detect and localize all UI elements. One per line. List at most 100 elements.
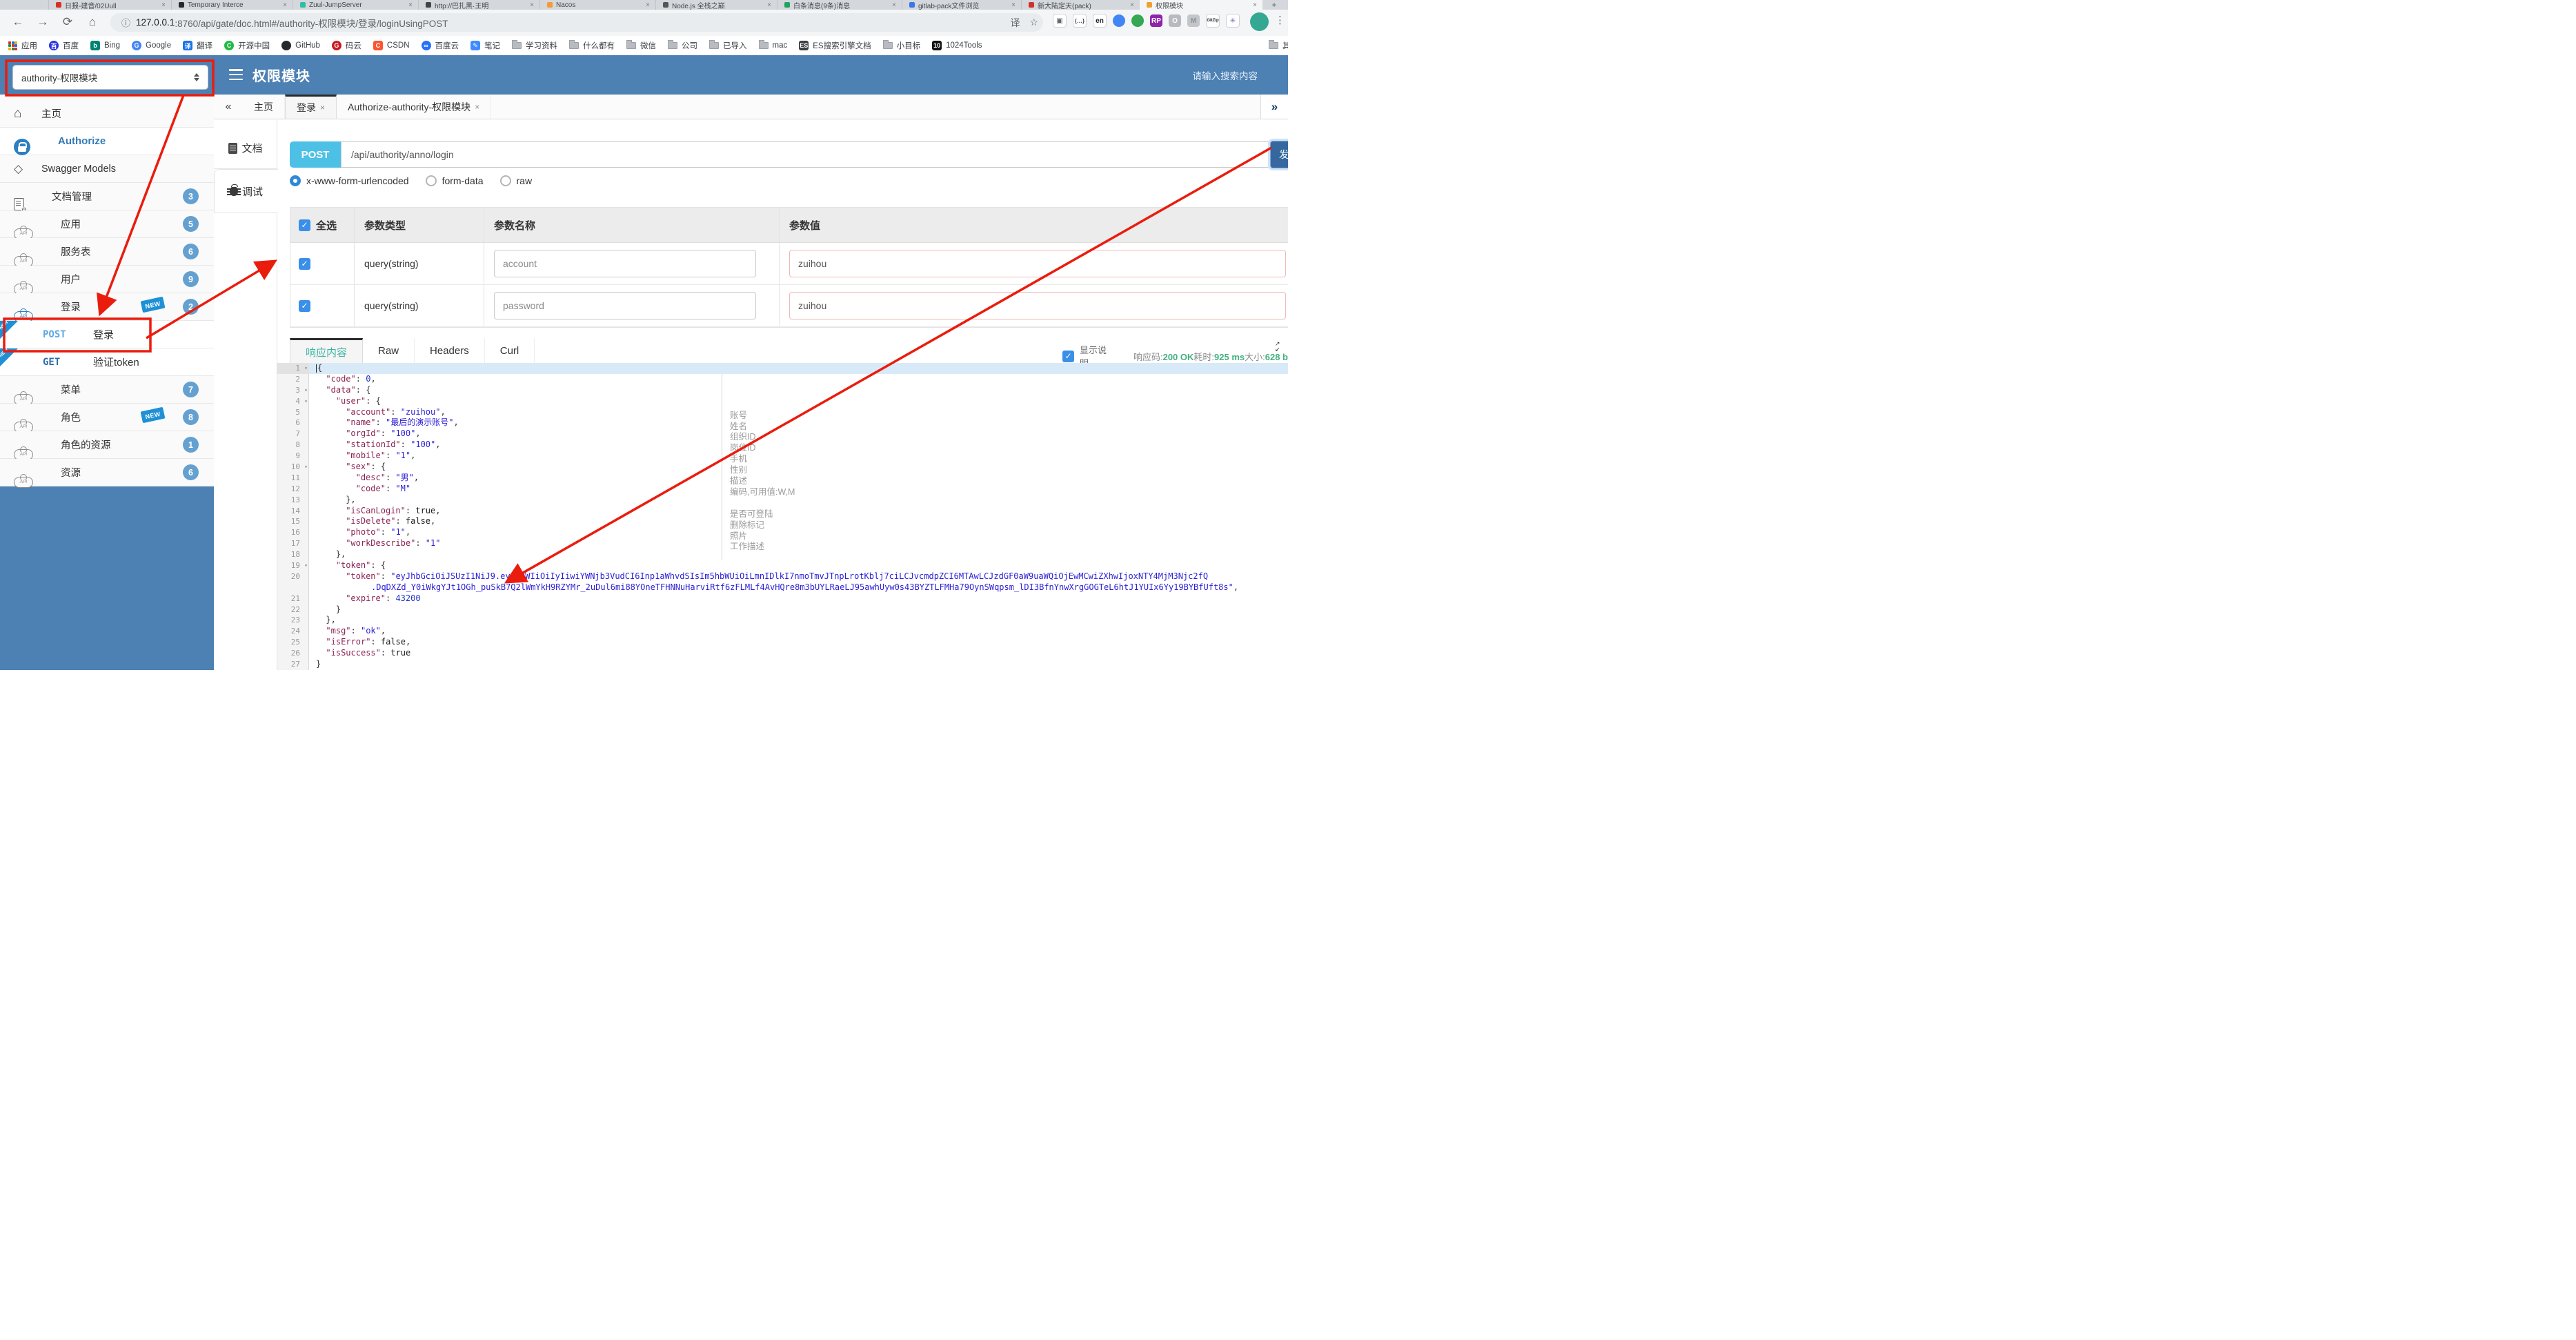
sidebar-item-角色的资源[interactable]: API 角色的资源 1 bbox=[0, 431, 214, 460]
back-icon[interactable]: ← bbox=[8, 12, 28, 32]
line-number[interactable]: 10 ▾ bbox=[277, 462, 309, 473]
site-info-icon[interactable]: ⓘ bbox=[121, 16, 130, 29]
param-value-input[interactable]: zuihou bbox=[789, 250, 1286, 277]
body-mode-option[interactable]: raw bbox=[499, 175, 532, 186]
line-number[interactable]: 20 bbox=[277, 571, 309, 582]
radio-icon[interactable] bbox=[499, 175, 511, 186]
fold-caret-icon[interactable]: ▾ bbox=[304, 396, 308, 407]
bookmark-item[interactable]: G Google bbox=[132, 41, 171, 50]
line-number[interactable]: 18 bbox=[277, 549, 309, 560]
show-desc-checkbox[interactable]: ✓ bbox=[1062, 350, 1074, 362]
bookmark-item[interactable]: mac bbox=[758, 40, 787, 50]
browser-tab[interactable]: Zuul-JumpServer × bbox=[293, 0, 418, 10]
tab-close-icon[interactable]: × bbox=[767, 1, 771, 9]
line-number[interactable] bbox=[277, 582, 309, 593]
bookmark-item[interactable]: ES ES搜索引擎文档 bbox=[799, 40, 871, 51]
module-select[interactable]: authority-权限模块 bbox=[12, 65, 208, 90]
bookmark-item[interactable]: 百百度 bbox=[49, 40, 79, 51]
pinwheel-ext-icon[interactable]: ✳ bbox=[1226, 14, 1240, 28]
request-url-field[interactable]: /api/authority/anno/login bbox=[341, 141, 1271, 168]
sidebar-item-服务表[interactable]: API 服务表 6 bbox=[0, 238, 214, 267]
tab-debug[interactable]: 调试 bbox=[214, 169, 278, 213]
bookmark-item[interactable]: 10 1024Tools bbox=[932, 41, 982, 50]
gitzip-ext-icon[interactable]: GitZip bbox=[1206, 14, 1220, 28]
line-number[interactable]: 19 ▾ bbox=[277, 560, 309, 571]
body-mode-option[interactable]: x-www-form-urlencoded bbox=[290, 175, 409, 186]
chevron-ext-icon[interactable]: M bbox=[1187, 14, 1200, 27]
line-number[interactable]: 17 bbox=[277, 538, 309, 549]
tab-close-icon[interactable]: × bbox=[161, 1, 166, 9]
line-number[interactable]: 2 bbox=[277, 374, 309, 385]
content-tab[interactable]: 登录 × bbox=[285, 95, 337, 119]
line-number[interactable]: 16 bbox=[277, 527, 309, 538]
bookmark-star-icon[interactable]: ☆ bbox=[1029, 17, 1038, 28]
content-tab[interactable]: 主页 bbox=[243, 95, 285, 119]
bookmark-item[interactable]: 译翻译 bbox=[183, 40, 212, 51]
tab-close-icon[interactable]: × bbox=[530, 1, 534, 9]
line-number[interactable]: 3 ▾ bbox=[277, 385, 309, 396]
tab-close-icon[interactable]: × bbox=[1130, 1, 1134, 9]
sidebar-item-用户[interactable]: API 用户 9 bbox=[0, 266, 214, 295]
line-number[interactable]: 4 ▾ bbox=[277, 396, 309, 407]
tab-close-icon[interactable]: × bbox=[892, 1, 896, 9]
chrome-ext-icon[interactable] bbox=[1113, 14, 1125, 27]
line-number[interactable]: 21 bbox=[277, 593, 309, 604]
bookmark-item[interactable]: GitHub bbox=[281, 41, 320, 50]
browser-tab[interactable]: 新大陆定天(pack) × bbox=[1021, 0, 1140, 10]
bookmark-item[interactable]: 已导入 bbox=[709, 40, 747, 51]
bookmark-item[interactable]: 小目标 bbox=[882, 40, 920, 51]
send-button[interactable]: 发送 bbox=[1268, 139, 1288, 170]
response-tab[interactable]: Raw bbox=[363, 338, 415, 364]
browser-tab[interactable]: Node.js 全栈之巅 × bbox=[655, 0, 777, 10]
bookmark-item[interactable]: C CSDN bbox=[373, 41, 410, 50]
header-search-input[interactable]: 请输入搜索内容 bbox=[1193, 68, 1258, 82]
collapse-sidebar-icon[interactable]: « bbox=[214, 95, 243, 119]
line-number[interactable]: 12 bbox=[277, 484, 309, 495]
tab-close-icon[interactable]: × bbox=[1011, 1, 1015, 9]
home-icon[interactable]: ⌂ bbox=[83, 12, 102, 32]
line-number[interactable]: 27 bbox=[277, 659, 309, 670]
radio-icon[interactable] bbox=[290, 175, 301, 186]
line-number[interactable]: 23 bbox=[277, 615, 309, 626]
new-tab-button[interactable]: + bbox=[1267, 0, 1282, 10]
sidebar-item-主页[interactable]: ⌂ 主页 bbox=[0, 100, 214, 128]
fold-caret-icon[interactable]: ▾ bbox=[304, 363, 308, 374]
browser-tab[interactable]: gitlab-pack文件浏览 × bbox=[902, 0, 1021, 10]
browser-tab[interactable]: Temporary Interce × bbox=[171, 0, 293, 10]
browser-tab[interactable]: 白条消息(9条)消息 × bbox=[777, 0, 902, 10]
browser-tab[interactable]: 日报-建音/02Uull × bbox=[48, 0, 171, 10]
fold-caret-icon[interactable]: ▾ bbox=[304, 385, 308, 396]
bookmark-item[interactable]: 公司 bbox=[668, 40, 697, 51]
bookmark-item[interactable]: ∞ 百度云 bbox=[421, 40, 459, 51]
sidebar-endpoint-post[interactable]: NEW POST 登录 bbox=[0, 320, 214, 348]
sidebar-item-应用[interactable]: API 应用 5 bbox=[0, 210, 214, 239]
line-number[interactable]: 14 bbox=[277, 506, 309, 517]
url-bar[interactable]: ⓘ 127.0.0.1 :8760/api/gate/doc.html#/aut… bbox=[110, 13, 1043, 32]
line-number[interactable]: 25 bbox=[277, 637, 309, 648]
forward-icon[interactable]: → bbox=[33, 12, 52, 32]
ring-ext-icon[interactable]: O bbox=[1169, 14, 1181, 27]
body-mode-option[interactable]: form-data bbox=[425, 175, 484, 186]
sidebar-item-资源[interactable]: API 资源 6 bbox=[0, 459, 214, 488]
page-translate-icon[interactable]: 译 bbox=[1010, 16, 1020, 30]
close-icon[interactable]: × bbox=[475, 102, 479, 112]
bookmark-item[interactable]: 学习资料 bbox=[512, 40, 557, 51]
param-value-input[interactable]: zuihou bbox=[789, 292, 1286, 319]
tab-close-icon[interactable]: × bbox=[1253, 1, 1257, 9]
bookmark-item[interactable]: 应用 bbox=[8, 40, 37, 51]
sidebar-item-菜单[interactable]: API 菜单 7 bbox=[0, 376, 214, 405]
globe-ext-icon[interactable] bbox=[1131, 14, 1144, 27]
en-translate-ext-icon[interactable]: en bbox=[1093, 14, 1107, 28]
sidebar-item-authorize[interactable]: Authorize bbox=[0, 128, 214, 155]
content-tab[interactable]: Authorize-authority-权限模块 × bbox=[337, 95, 492, 119]
select-all-checkbox[interactable]: ✓ bbox=[299, 219, 310, 231]
line-number[interactable]: 5 bbox=[277, 407, 309, 418]
screenshot-ext-icon[interactable]: ▣ bbox=[1053, 14, 1067, 28]
param-checkbox[interactable]: ✓ bbox=[299, 299, 310, 312]
profile-avatar[interactable] bbox=[1250, 12, 1269, 31]
line-number[interactable]: 15 bbox=[277, 516, 309, 527]
line-number[interactable]: 9 bbox=[277, 451, 309, 462]
fullscreen-icon[interactable]: ↗ ↙ bbox=[1275, 341, 1286, 353]
bookmark-item[interactable]: b Bing bbox=[90, 41, 120, 50]
param-name-input[interactable]: account bbox=[494, 250, 756, 277]
